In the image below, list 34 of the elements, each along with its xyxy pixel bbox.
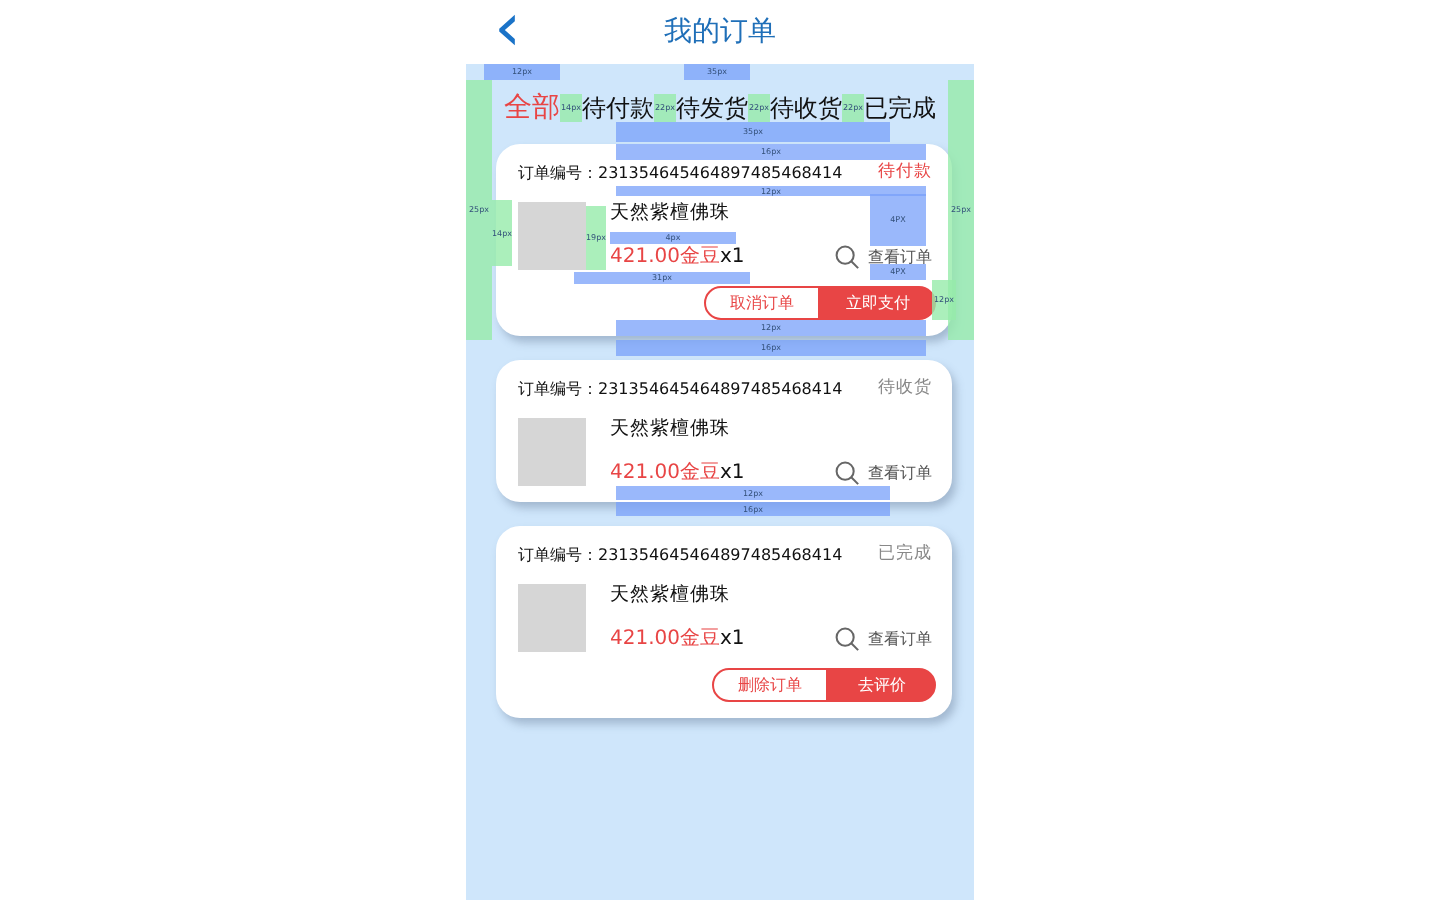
action-button[interactable]: 立即支付 bbox=[820, 286, 936, 320]
product-image bbox=[518, 583, 586, 651]
search-icon bbox=[834, 626, 860, 652]
tab[interactable]: 待收货 bbox=[770, 91, 842, 125]
product-quantity: x1 bbox=[720, 246, 745, 268]
product-image bbox=[518, 417, 586, 485]
order-number: 订单编号：231354645464897485468414 bbox=[518, 161, 843, 183]
back-button[interactable]: ‹ bbox=[490, 0, 526, 56]
tab[interactable]: 待发货 bbox=[676, 91, 748, 125]
order-number: 订单编号：231354645464897485468414 bbox=[518, 377, 843, 399]
action-button[interactable]: 去评价 bbox=[828, 668, 936, 702]
order-status: 待收货 bbox=[878, 376, 932, 400]
page-title: 我的订单 bbox=[664, 14, 776, 50]
view-order-link[interactable]: 查看订单 bbox=[834, 460, 932, 486]
product-price: 421.00金豆 bbox=[610, 460, 720, 486]
order-status: 已完成 bbox=[878, 542, 932, 566]
view-order-link[interactable]: 查看订单 bbox=[834, 244, 932, 270]
search-icon bbox=[834, 460, 860, 486]
tab[interactable]: 已完成 bbox=[864, 91, 936, 125]
product-name: 天然紫檀佛珠 bbox=[610, 582, 732, 608]
product-name: 天然紫檀佛珠 bbox=[610, 416, 732, 442]
tab[interactable]: 待付款 bbox=[582, 91, 654, 125]
action-button[interactable]: 取消订单 bbox=[704, 286, 820, 320]
product-quantity: x1 bbox=[720, 628, 745, 650]
product-price: 421.00金豆 bbox=[610, 244, 720, 270]
product-price: 421.00金豆 bbox=[610, 626, 720, 652]
search-icon bbox=[834, 244, 860, 270]
order-status: 待付款 bbox=[878, 160, 932, 184]
view-order-link[interactable]: 查看订单 bbox=[834, 626, 932, 652]
product-quantity: x1 bbox=[720, 462, 745, 484]
action-button[interactable]: 删除订单 bbox=[712, 668, 828, 702]
order-number: 订单编号：231354645464897485468414 bbox=[518, 543, 843, 565]
product-name: 天然紫檀佛珠 bbox=[610, 200, 732, 226]
product-image bbox=[518, 201, 586, 269]
